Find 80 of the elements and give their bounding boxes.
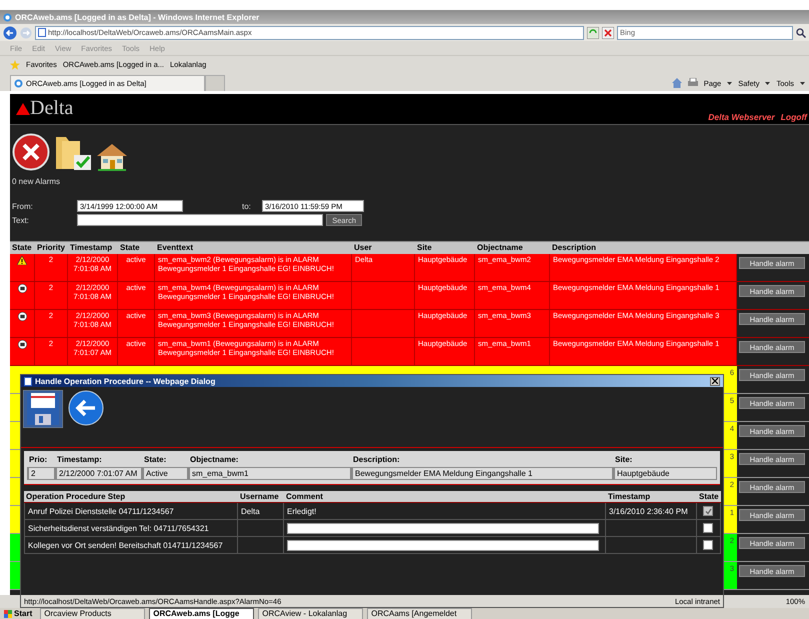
caret-icon — [800, 82, 805, 84]
info-value: Hauptgebäude — [613, 467, 717, 480]
state-checkbox[interactable] — [703, 523, 714, 533]
comment-field[interactable] — [287, 522, 599, 534]
info-label: Site: — [614, 455, 634, 464]
comment-field[interactable] — [287, 540, 599, 550]
folder-check-icon — [54, 135, 92, 171]
header-link[interactable]: Logoff — [780, 112, 807, 122]
column-header: Timestamp — [606, 491, 697, 503]
table-cell: Erledigt! — [284, 503, 606, 520]
column-header: User — [353, 242, 373, 254]
info-value: Active — [142, 467, 188, 480]
star-icon — [10, 60, 20, 70]
column-header: Eventtext — [156, 242, 194, 254]
print-icon — [688, 78, 698, 88]
info-value: Bewegungsmelder EMA Meldung Eingangshalle 1 — [351, 467, 613, 480]
delta-logo: Delta — [10, 94, 74, 120]
home-icon — [672, 78, 682, 88]
page-icon — [38, 28, 46, 37]
browser-icon — [3, 12, 12, 22]
column-header: Objectname — [476, 242, 524, 254]
column-header: State — [119, 242, 141, 254]
column-header: Comment — [284, 491, 606, 503]
text-label: Text: — [12, 216, 30, 224]
column-header: State — [11, 242, 33, 254]
back-icon — [3, 26, 17, 40]
column-header: Priority — [36, 242, 66, 254]
table-cell: Sicherheitsdienst verständigen Tel: 04711/7654321 — [24, 520, 238, 537]
taskbar-button[interactable]: ORCAweb.ams [Logge — [149, 608, 254, 619]
column-header: Description — [551, 242, 598, 254]
start-button[interactable]: Start — [0, 609, 36, 618]
stop-icon — [602, 26, 614, 38]
alarm-count: 0 new Alarms — [12, 177, 60, 186]
window-title-text: ORCAweb.ams [Logged in as Delta] - Windows Internet Explorer — [15, 12, 260, 22]
alarm-icon — [18, 284, 26, 293]
alarm-icon — [18, 340, 26, 349]
info-label: State: — [143, 455, 168, 464]
caret-icon — [765, 82, 770, 84]
check-icon — [704, 508, 712, 514]
warning-icon — [17, 256, 27, 265]
table-cell: Kollegen vor Ort senden! Bereitschaft 014711/1234567 — [24, 537, 238, 554]
refresh-icon — [587, 26, 599, 38]
search-icon — [796, 28, 806, 38]
table-cell: 3/16/2010 2:36:40 PM — [606, 503, 697, 520]
house-icon — [96, 143, 128, 171]
save-icon — [23, 390, 63, 428]
column-header: Site — [416, 242, 433, 254]
column-header: Timestamp — [69, 242, 114, 254]
alarm-row[interactable] — [10, 254, 809, 282]
table-cell: Anruf Polizei Dienststelle 04711/1234567 — [24, 503, 238, 520]
to-label: to: — [242, 202, 252, 210]
browser-icon — [14, 79, 23, 88]
text-search-field[interactable] — [77, 214, 324, 226]
close-button[interactable] — [710, 376, 720, 386]
taskbar-button[interactable]: ORCAview - Lokalanlag — [258, 608, 364, 619]
info-value: 2 — [27, 467, 55, 480]
forward-icon — [20, 26, 32, 38]
dialog-title: Handle Operation Procedure -- Webpage Dialog — [35, 376, 216, 386]
column-header: State — [697, 491, 721, 503]
column-header: Operation Procedure Step — [24, 491, 238, 503]
windows-icon — [4, 610, 12, 618]
info-value: 2/12/2000 7:01:07 AM — [55, 467, 142, 480]
info-value: sm_ema_bwm1 — [188, 467, 351, 480]
page-icon — [24, 376, 32, 386]
info-label: Description: — [352, 455, 401, 464]
taskbar-button[interactable]: ORCAams [Angemeldet — [367, 608, 472, 619]
column-header: Username — [238, 491, 284, 503]
caret-icon — [727, 82, 732, 84]
info-label: Prio: — [28, 455, 48, 464]
info-label: Timestamp: — [56, 455, 103, 464]
header-link[interactable]: Delta Webserver — [708, 112, 775, 122]
state-checkbox[interactable] — [703, 540, 714, 550]
close-icon — [712, 378, 718, 384]
table-cell: Delta — [238, 503, 284, 520]
info-label: Objectname: — [189, 455, 240, 464]
from-label: From: — [12, 202, 34, 210]
taskbar-button[interactable]: Orcaview Products — [40, 608, 146, 619]
triangle-icon — [16, 102, 30, 114]
error-icon — [12, 133, 50, 171]
alarm-icon — [18, 312, 26, 321]
